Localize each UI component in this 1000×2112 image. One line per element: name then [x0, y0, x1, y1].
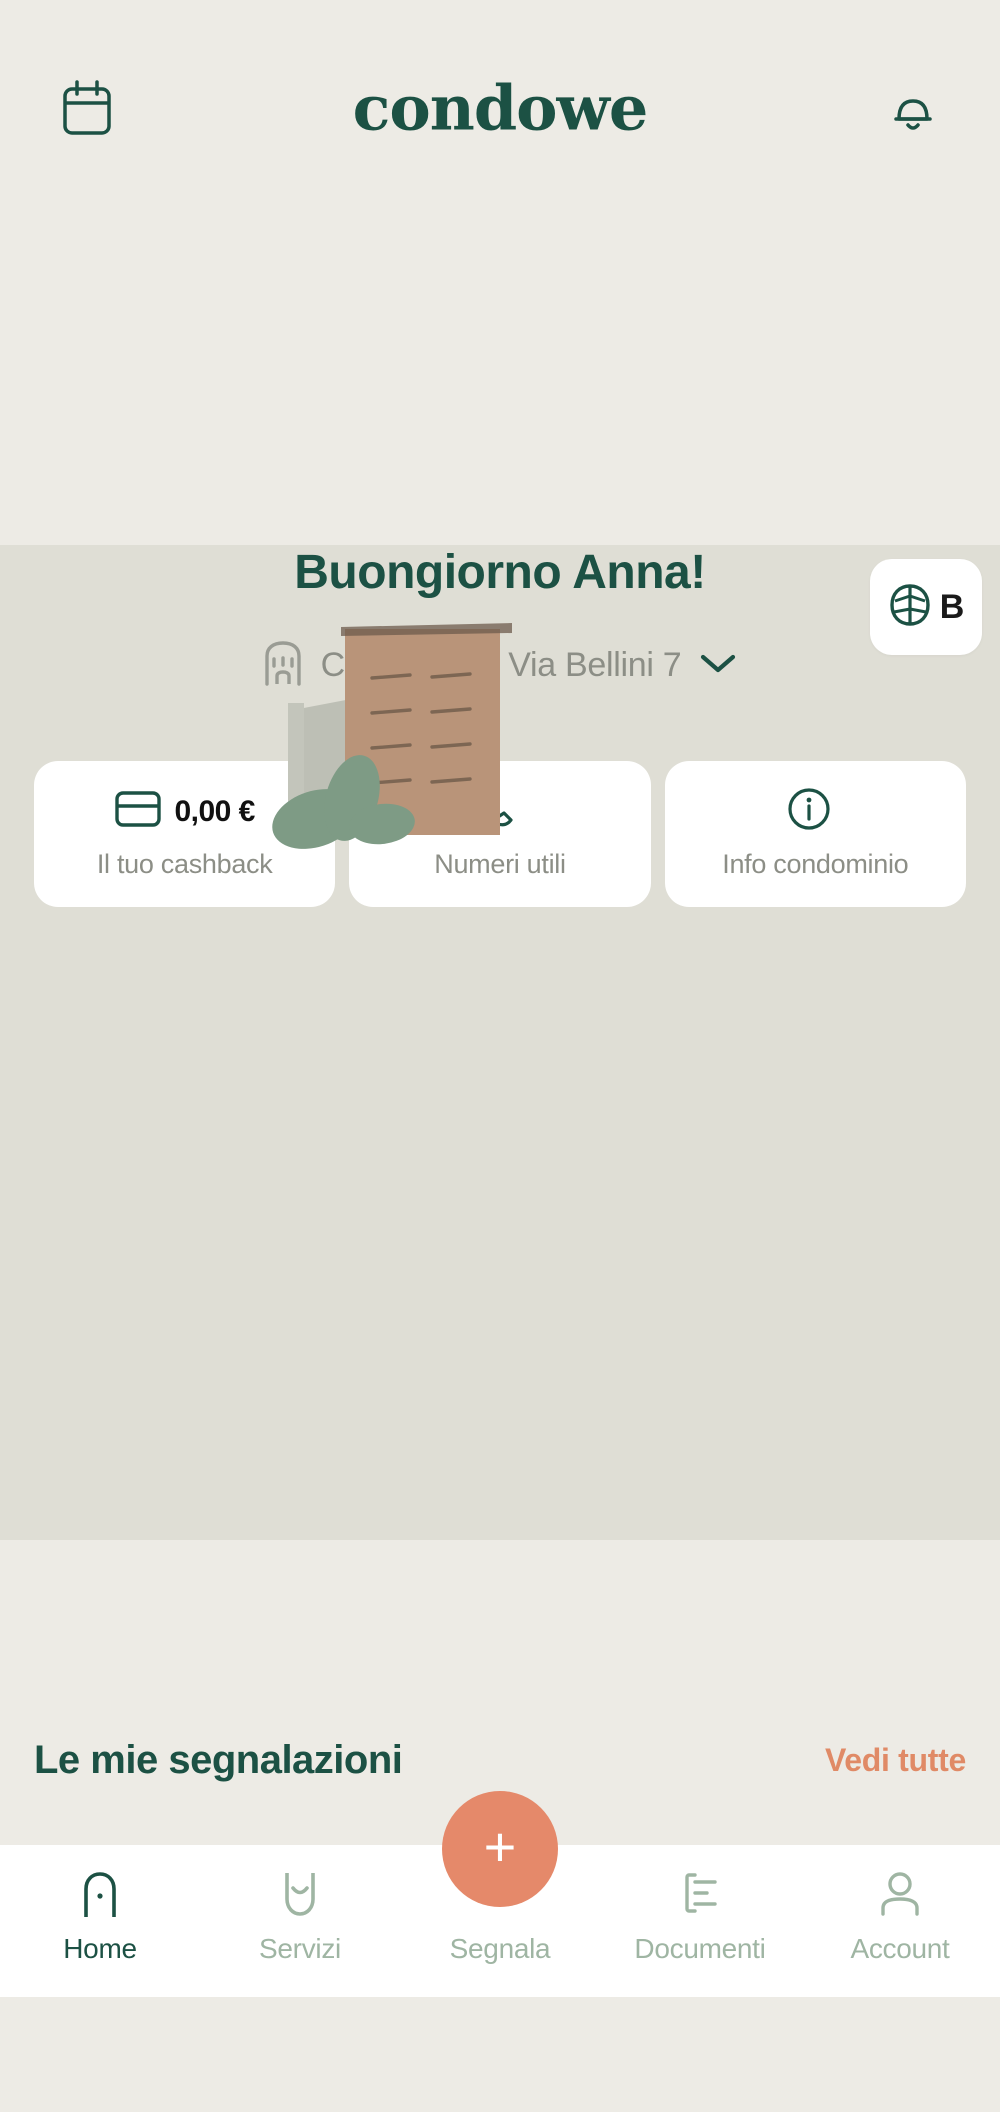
calendar-icon[interactable]	[56, 77, 118, 139]
nav-label-account: Account	[850, 1933, 950, 1964]
home-arch-icon	[73, 1867, 127, 1919]
documents-icon	[673, 1867, 727, 1919]
nav-label-servizi: Servizi	[259, 1933, 341, 1964]
nav-label-documenti: Documenti	[634, 1933, 766, 1964]
see-all-link[interactable]: Vedi tutte	[825, 1742, 966, 1779]
bell-icon[interactable]	[882, 77, 944, 139]
hero-section: B Buongiorno Anna! Condominio Via Bellin…	[0, 545, 1000, 1540]
nav-label-home: Home	[63, 1933, 137, 1964]
report-fab-button[interactable]: +	[442, 1791, 558, 1907]
reports-title: Le mie segnalazioni	[34, 1738, 403, 1782]
condominium-building-illustration	[0, 583, 1000, 883]
nav-item-servizi[interactable]: Servizi	[200, 1867, 400, 1965]
nav-label-segnala: Segnala	[449, 1933, 551, 1964]
app-title: condowe	[352, 71, 649, 144]
services-icon	[273, 1867, 327, 1919]
plus-icon: +	[483, 1815, 517, 1878]
app-header: condowe	[0, 0, 1000, 215]
reports-header: Le mie segnalazioni Vedi tutte	[34, 1738, 966, 1783]
nav-item-account[interactable]: Account	[800, 1867, 1000, 1965]
nav-item-documenti[interactable]: Documenti	[600, 1867, 800, 1965]
nav-item-home[interactable]: Home	[0, 1867, 200, 1965]
account-person-icon	[873, 1867, 927, 1919]
